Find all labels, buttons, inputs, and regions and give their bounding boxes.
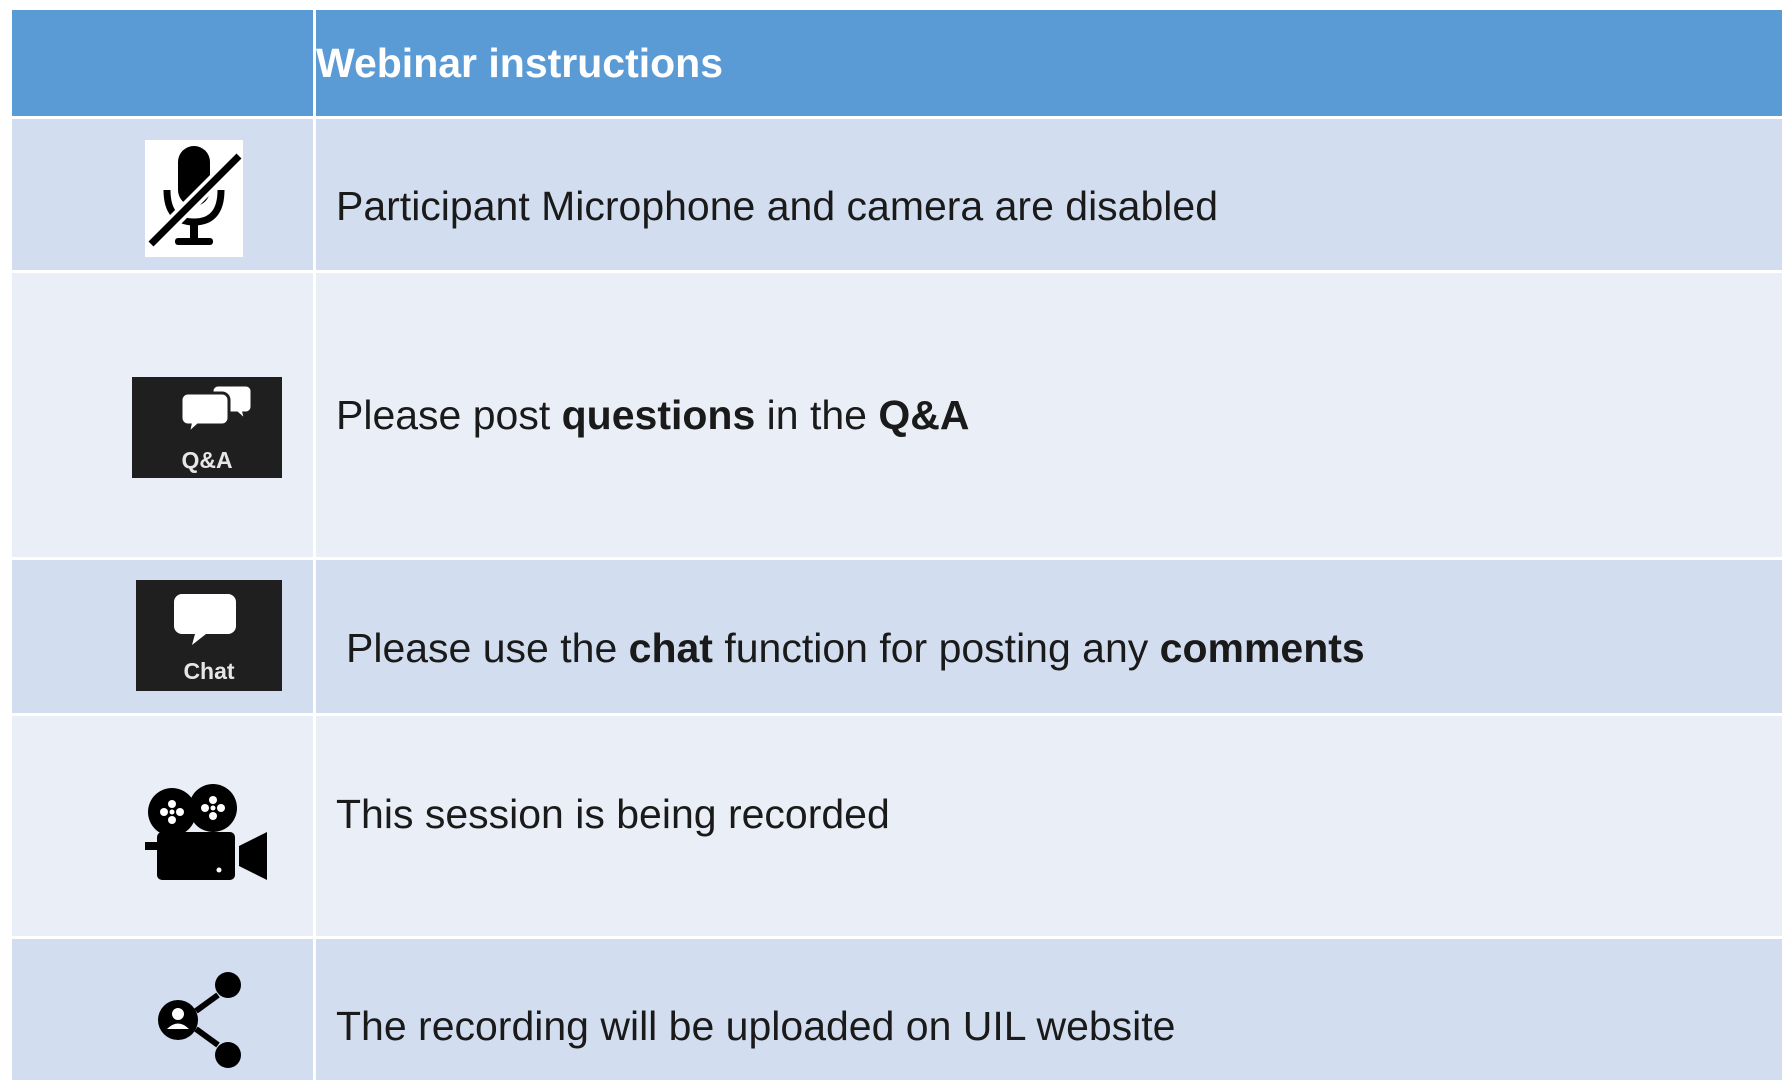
row-text-part: in the xyxy=(755,391,879,438)
table-row: Participant Microphone and camera are di… xyxy=(9,116,1785,273)
icon-cell xyxy=(9,936,316,1080)
icon-cell xyxy=(9,116,316,273)
microphone-off-icon xyxy=(145,140,244,257)
instruction-text: This session is being recorded xyxy=(313,713,1785,939)
row-text: Participant Microphone and camera are di… xyxy=(336,183,1219,229)
header-empty-cell xyxy=(9,7,316,119)
chat-icon-label: Chat xyxy=(183,658,235,684)
icon-cell: Q&A xyxy=(9,270,316,560)
row-text: The recording will be uploaded on UIL we… xyxy=(336,1002,1176,1049)
row-text-bold: Q&A xyxy=(878,391,970,438)
table-row: Chat Please use the chat function for po… xyxy=(9,557,1785,716)
table-header-row: Webinar instructions xyxy=(9,7,1785,119)
movie-camera-icon xyxy=(145,784,269,882)
slide: Webinar instructions Participant Microph… xyxy=(0,0,1785,1080)
row-text-part: Please use the xyxy=(346,625,629,671)
row-text-part: function for posting any xyxy=(712,625,1160,671)
qa-icon-label: Q&A xyxy=(181,447,233,473)
row-text: This session is being recorded xyxy=(336,790,890,837)
row-text-bold: chat xyxy=(628,625,713,671)
instruction-text: Please post questions in the Q&A xyxy=(313,270,1785,560)
instruction-text: Participant Microphone and camera are di… xyxy=(313,116,1785,273)
instructions-table: Webinar instructions Participant Microph… xyxy=(9,7,1785,1080)
chat-icon: Chat xyxy=(136,580,282,691)
table-row: This session is being recorded xyxy=(9,713,1785,939)
table-row: Q&A Please post questions in the Q&A xyxy=(9,270,1785,560)
row-text-bold: comments xyxy=(1159,625,1365,671)
share-icon xyxy=(158,971,258,1069)
row-text-bold: questions xyxy=(561,391,756,438)
table-row: The recording will be uploaded on UIL we… xyxy=(9,936,1785,1080)
table-title: Webinar instructions xyxy=(313,7,1785,119)
icon-cell xyxy=(9,713,316,939)
instruction-text: The recording will be uploaded on UIL we… xyxy=(313,936,1785,1080)
icon-cell: Chat xyxy=(9,557,316,716)
instruction-text: Please use the chat function for posting… xyxy=(313,557,1785,716)
row-text-part: Please post xyxy=(336,391,562,438)
qa-icon: Q&A xyxy=(132,377,282,478)
